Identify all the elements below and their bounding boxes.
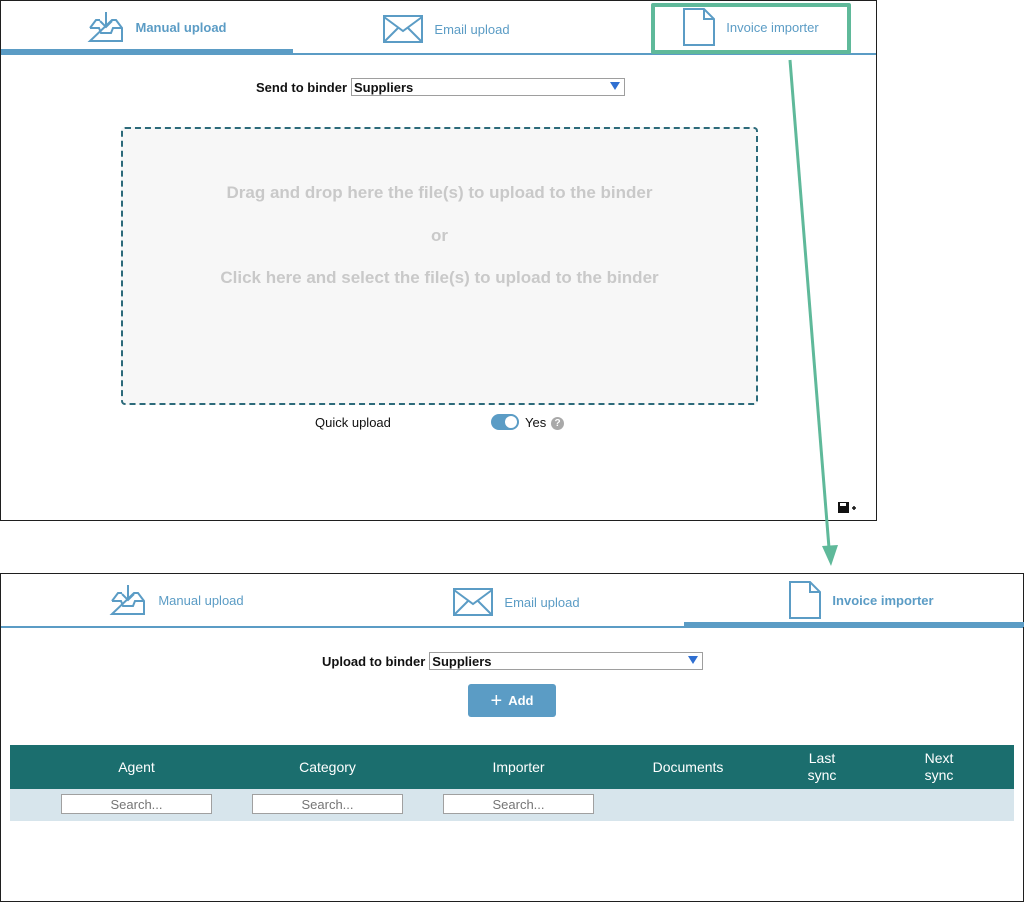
importer-search-input[interactable] bbox=[443, 794, 594, 814]
invoice-importer-panel: Manual upload Email upload Invoice impor… bbox=[0, 573, 1024, 902]
category-search-input[interactable] bbox=[252, 794, 403, 814]
file-dropzone[interactable]: Drag and drop here the file(s) to upload… bbox=[121, 127, 758, 405]
tab-bar: Manual upload Email upload Invoice impor… bbox=[1, 574, 1024, 628]
binder-label: Send to binder bbox=[256, 79, 347, 95]
column-header-next-sync[interactable]: Next sync bbox=[899, 745, 979, 789]
dropzone-or-text: or bbox=[431, 226, 448, 245]
chevron-down-icon bbox=[688, 656, 699, 664]
tab-manual-upload[interactable]: Manual upload bbox=[61, 1, 251, 53]
envelope-icon bbox=[382, 14, 424, 44]
binder-select-value: Suppliers bbox=[354, 80, 414, 95]
dropzone-click-text: Click here and select the file(s) to upl… bbox=[220, 268, 659, 287]
column-header-documents[interactable]: Documents bbox=[628, 745, 748, 789]
inbox-download-icon bbox=[86, 10, 126, 44]
tab-manual-upload[interactable]: Manual upload bbox=[91, 574, 261, 626]
quick-upload-toggle[interactable] bbox=[491, 414, 519, 430]
add-button[interactable]: + Add bbox=[468, 684, 556, 717]
tab-label: Email upload bbox=[504, 594, 580, 610]
add-button-label: Add bbox=[508, 693, 534, 708]
importer-table-header: Agent Category Importer Documents Last s… bbox=[10, 745, 1014, 789]
binder-label: Upload to binder bbox=[322, 653, 426, 669]
chevron-down-icon bbox=[610, 82, 620, 90]
plus-icon: + bbox=[490, 689, 503, 712]
quick-upload-label: Quick upload bbox=[315, 415, 391, 430]
envelope-icon bbox=[452, 587, 494, 617]
quick-upload-value: Yes bbox=[525, 415, 547, 430]
agent-search-input[interactable] bbox=[61, 794, 212, 814]
invoice-importer-highlight bbox=[651, 3, 851, 54]
tab-invoice-importer[interactable]: Invoice importer bbox=[766, 574, 956, 626]
tab-label: Manual upload bbox=[135, 19, 227, 35]
column-header-agent[interactable]: Agent bbox=[61, 745, 212, 789]
column-header-category[interactable]: Category bbox=[252, 745, 403, 789]
column-header-importer[interactable]: Importer bbox=[443, 745, 594, 789]
tab-email-upload[interactable]: Email upload bbox=[431, 576, 601, 628]
table-filter-row bbox=[10, 789, 1014, 821]
active-tab-indicator bbox=[1, 49, 293, 54]
active-tab-indicator bbox=[684, 622, 1024, 627]
binder-field: Send to binder Suppliers bbox=[256, 78, 625, 96]
dropzone-drag-text: Drag and drop here the file(s) to upload… bbox=[226, 183, 653, 202]
help-icon[interactable]: ? bbox=[551, 417, 564, 430]
tab-email-upload[interactable]: Email upload bbox=[351, 3, 541, 55]
tab-label: Manual upload bbox=[158, 592, 244, 608]
manual-upload-panel: Manual upload Email upload Invoice impor… bbox=[0, 0, 877, 521]
document-icon bbox=[788, 580, 822, 620]
binder-select[interactable]: Suppliers bbox=[429, 652, 704, 670]
toggle-knob bbox=[505, 416, 517, 428]
save-view-icon[interactable] bbox=[837, 500, 857, 521]
binder-select[interactable]: Suppliers bbox=[351, 78, 625, 96]
binder-field: Upload to binder Suppliers bbox=[322, 652, 704, 670]
binder-select-value: Suppliers bbox=[432, 654, 492, 669]
tab-label: Invoice importer bbox=[832, 592, 934, 608]
inbox-download-icon bbox=[108, 583, 148, 617]
tab-label: Email upload bbox=[434, 21, 510, 37]
column-header-last-sync[interactable]: Last sync bbox=[782, 745, 862, 789]
